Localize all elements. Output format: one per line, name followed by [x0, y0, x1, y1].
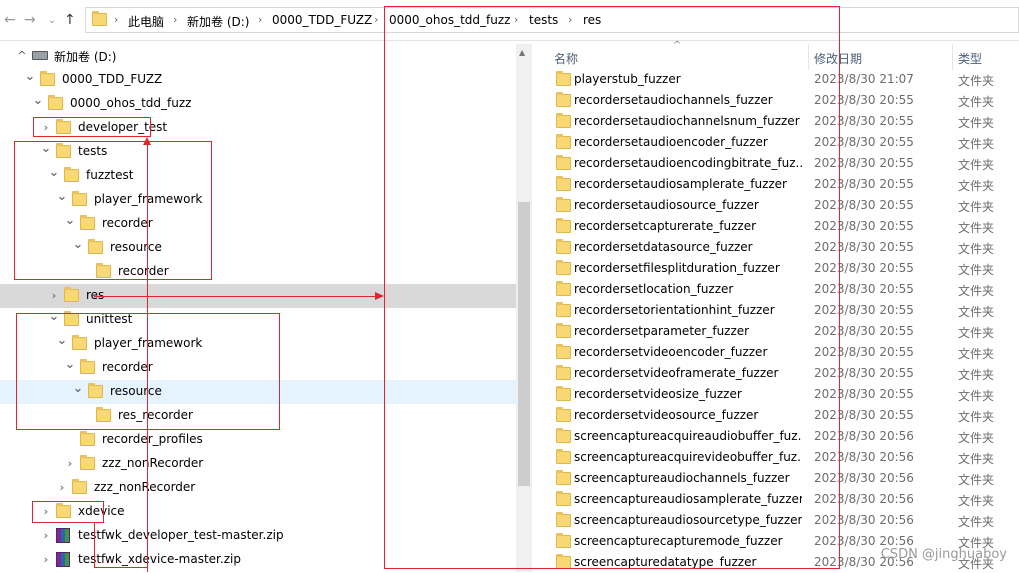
- chevron-right-icon[interactable]: ›: [374, 13, 378, 26]
- file-type: 文件夹: [958, 95, 995, 109]
- tree-item-label: 0000_TDD_FUZZ: [62, 72, 163, 86]
- file-type: 文件夹: [958, 137, 995, 151]
- file-type: 文件夹: [958, 74, 995, 88]
- drive-icon: [32, 51, 48, 60]
- folder-icon: [72, 479, 87, 494]
- tree-item-label: res: [86, 288, 105, 302]
- annotation-line-vertical: [147, 144, 148, 572]
- file-type: 文件夹: [958, 284, 995, 298]
- folder-icon: [80, 455, 95, 470]
- crumb-this-pc[interactable]: 此电脑: [128, 13, 164, 30]
- annotation-box-unittest: [16, 313, 280, 430]
- annotation-arrow-up-icon: [143, 137, 151, 145]
- chevron-right-icon[interactable]: ›: [40, 553, 52, 566]
- tree-item-label: 新加卷 (D:): [54, 50, 117, 64]
- annotation-arrow-right-icon: [375, 292, 384, 300]
- file-type: 文件夹: [958, 179, 995, 193]
- chevron-right-icon[interactable]: ›: [56, 481, 68, 494]
- file-type: 文件夹: [958, 242, 995, 256]
- chevron-right-icon[interactable]: ›: [173, 13, 177, 26]
- annotation-box-xdevice: [32, 501, 104, 523]
- file-type: 文件夹: [958, 515, 995, 529]
- file-type: 文件夹: [958, 368, 995, 382]
- folder-icon: [40, 71, 55, 86]
- chevron-right-icon[interactable]: ›: [40, 529, 52, 542]
- chevron-right-icon[interactable]: ›: [64, 457, 76, 470]
- file-type: 文件夹: [958, 452, 995, 466]
- tree-item-label: testfwk_developer_test-master.zip: [78, 528, 284, 542]
- file-type: 文件夹: [958, 326, 995, 340]
- crumb-drive[interactable]: 新加卷 (D:): [187, 13, 249, 30]
- chevron-right-icon[interactable]: ›: [114, 13, 118, 26]
- crumb-tdd-fuzz[interactable]: 0000_TDD_FUZZ: [272, 13, 372, 27]
- up-arrow-icon[interactable]: ↑: [64, 12, 76, 28]
- annotation-box-res-contents: [384, 6, 840, 569]
- file-type: 文件夹: [958, 473, 995, 487]
- tree-item-label: zzz_nonRecorder: [102, 456, 204, 470]
- tree-item-label: testfwk_xdevice-master.zip: [78, 552, 241, 566]
- recent-chevron-down-icon[interactable]: ⌄: [48, 15, 56, 26]
- annotation-line-xdevice: [94, 523, 95, 568]
- tree-item-label: zzz_nonRecorder: [94, 480, 196, 494]
- file-type: 文件夹: [958, 158, 995, 172]
- file-type: 文件夹: [958, 221, 995, 235]
- zip-archive-icon: [56, 528, 70, 543]
- folder-icon: [80, 431, 95, 446]
- tree-item-label: recorder_profiles: [102, 432, 203, 446]
- chevron-down-icon[interactable]: ⌄: [32, 93, 44, 108]
- file-type: 文件夹: [958, 116, 995, 130]
- chevron-right-icon[interactable]: ›: [258, 13, 262, 26]
- chevron-down-icon[interactable]: ^: [16, 49, 28, 62]
- file-type: 文件夹: [958, 305, 995, 319]
- annotation-line-horizontal: [94, 296, 376, 297]
- file-type: 文件夹: [958, 200, 995, 214]
- file-type: 文件夹: [958, 410, 995, 424]
- annotation-box-developer-test: [33, 117, 151, 137]
- file-type: 文件夹: [958, 431, 995, 445]
- column-divider[interactable]: [952, 44, 953, 70]
- annotation-box-fuzztest: [14, 141, 212, 280]
- tree-item-label: 0000_ohos_tdd_fuzz: [70, 96, 192, 110]
- chevron-down-icon[interactable]: ⌄: [24, 69, 36, 84]
- folder-icon: [64, 287, 79, 302]
- forward-arrow-icon[interactable]: →: [24, 12, 36, 28]
- annotation-line-xdevice-join: [94, 567, 148, 568]
- folder-icon: [92, 11, 107, 26]
- back-arrow-icon[interactable]: ←: [4, 12, 16, 28]
- file-type: 文件夹: [958, 389, 995, 403]
- file-type: 文件夹: [958, 263, 995, 277]
- watermark: CSDN @jinghuaboy: [880, 547, 1007, 562]
- file-type: 文件夹: [958, 494, 995, 508]
- folder-icon: [48, 95, 63, 110]
- file-type: 文件夹: [958, 347, 995, 361]
- column-type[interactable]: 类型: [958, 50, 982, 67]
- chevron-right-icon[interactable]: ›: [48, 289, 60, 302]
- zip-archive-icon: [56, 552, 70, 567]
